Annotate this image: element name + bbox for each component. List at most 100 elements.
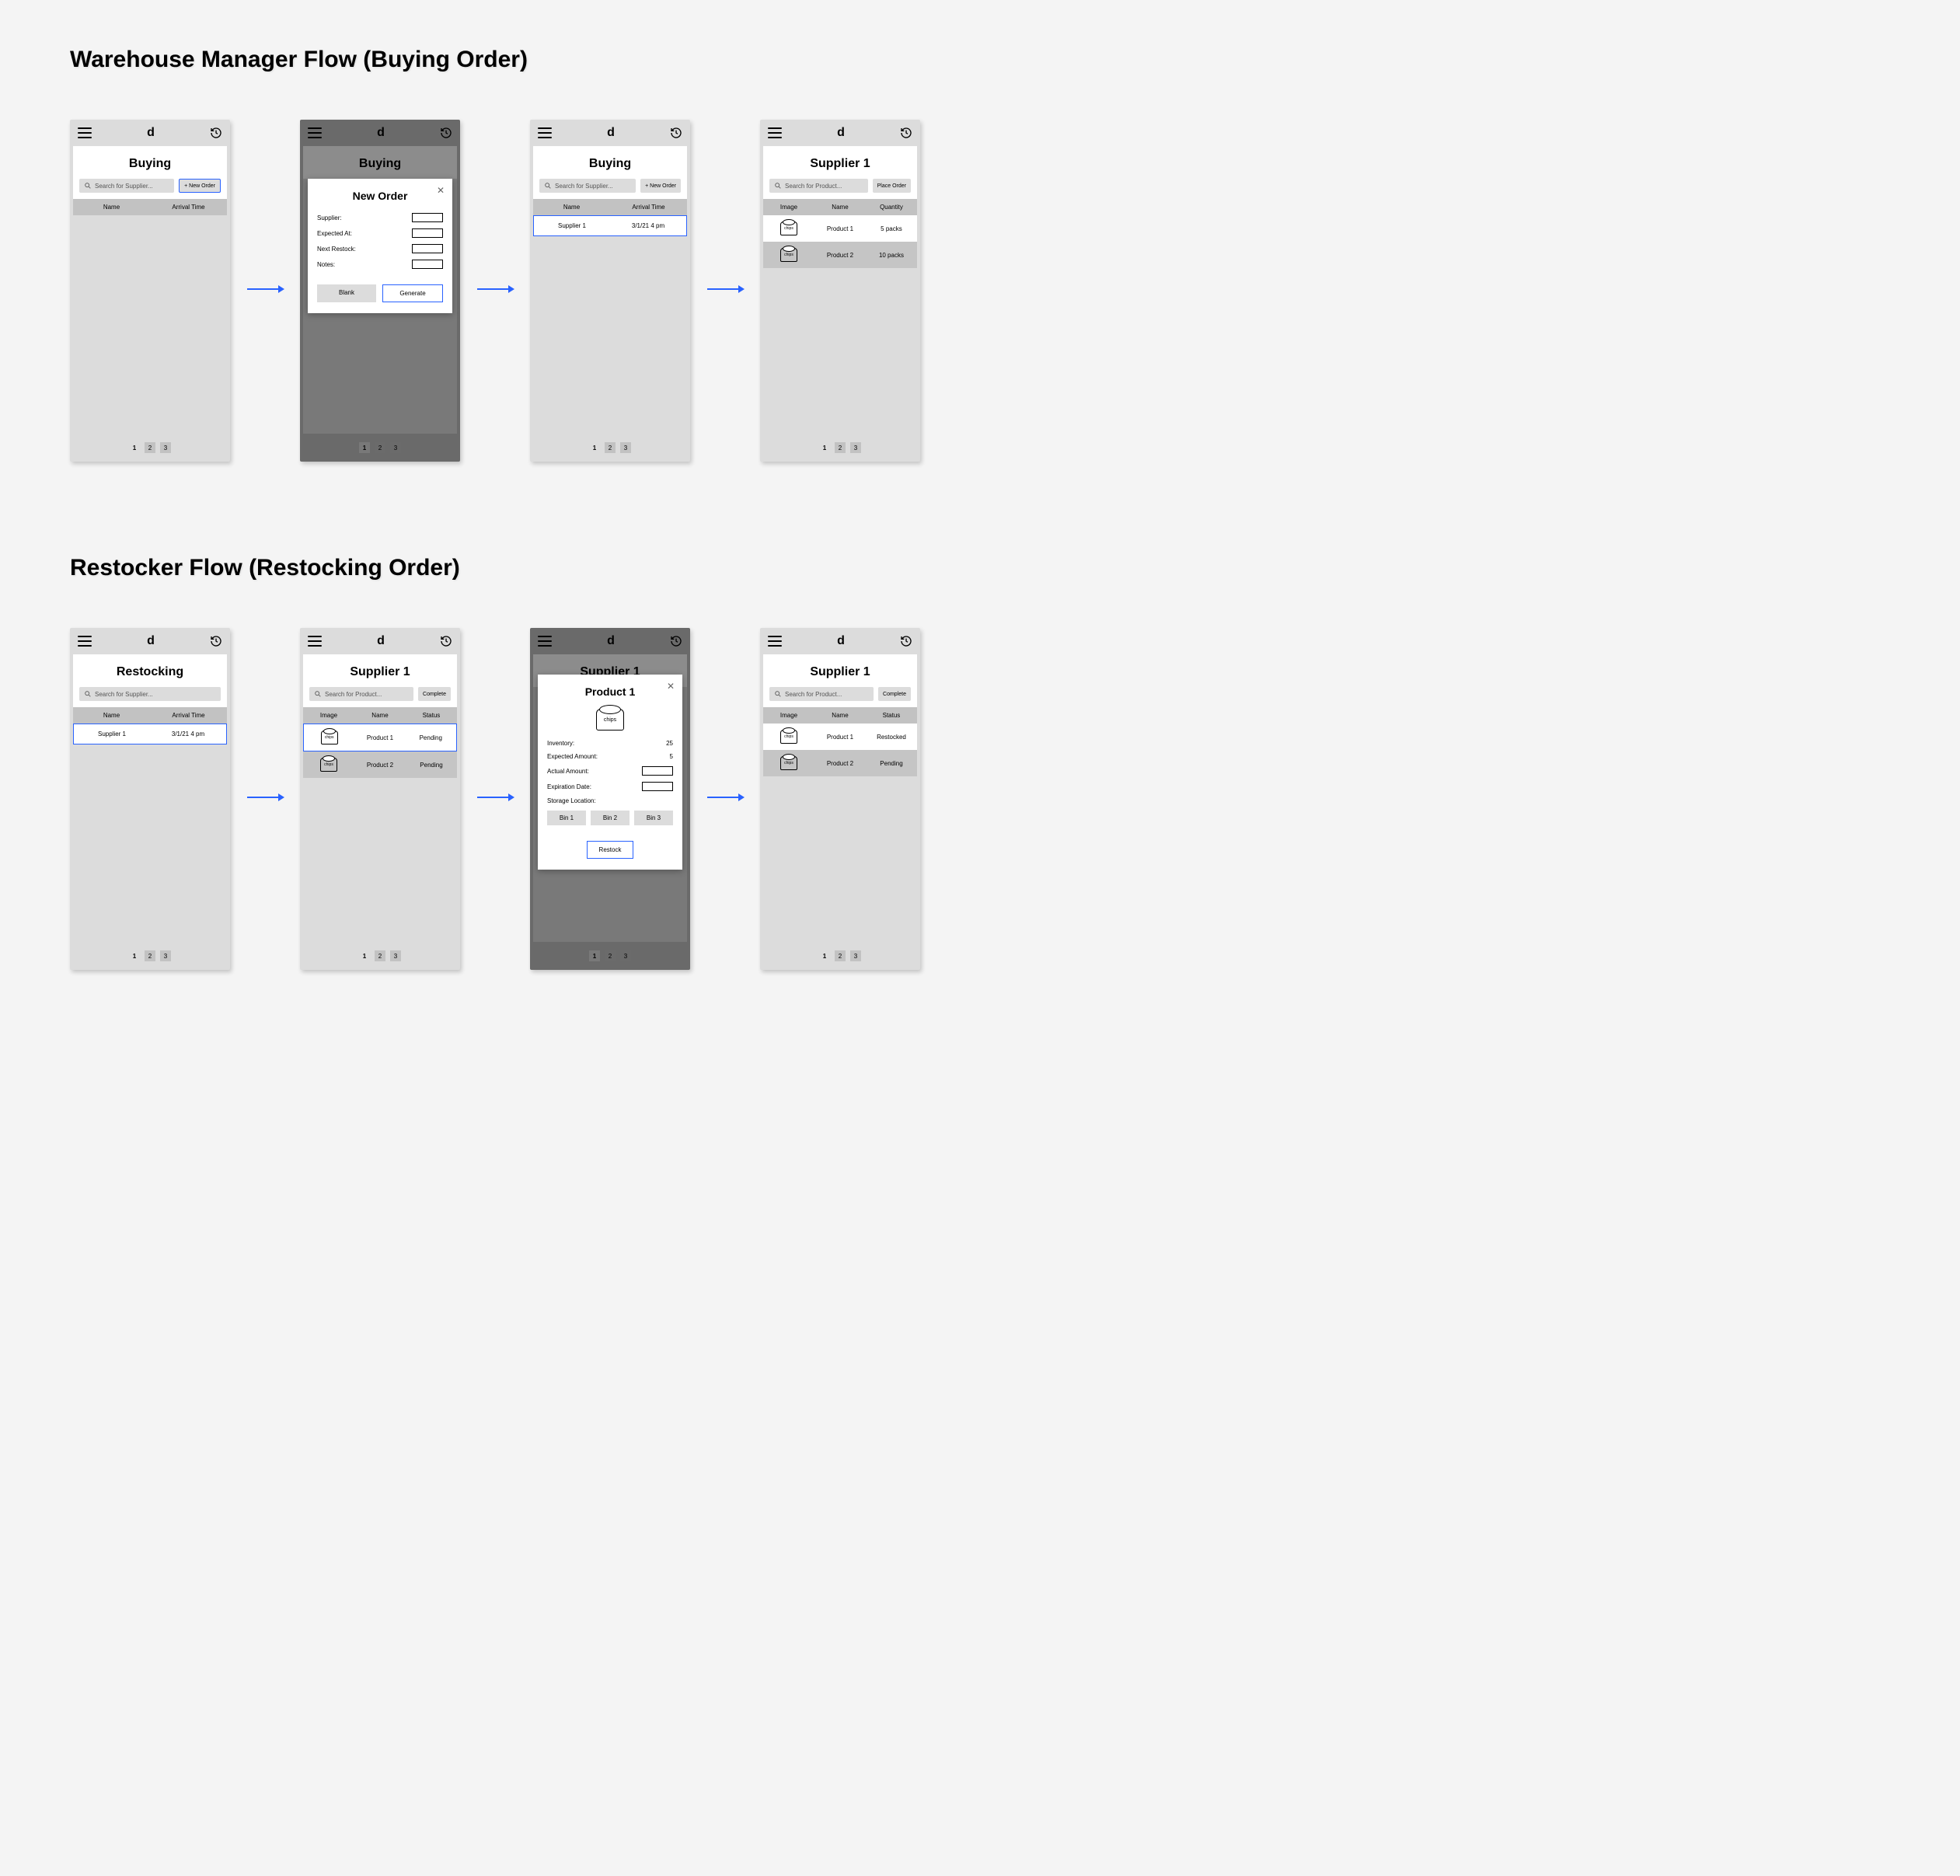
content: Supplier 1 Search for Product... Complet… bbox=[303, 654, 457, 942]
table: Image Name Status chips Product 1 Restoc… bbox=[763, 707, 917, 942]
page-2[interactable]: 2 bbox=[145, 950, 155, 961]
page-1[interactable]: 1 bbox=[589, 442, 600, 453]
history-icon[interactable] bbox=[440, 635, 452, 647]
page-2[interactable]: 2 bbox=[835, 442, 846, 453]
menu-icon[interactable] bbox=[538, 127, 552, 138]
modal-title: New Order bbox=[317, 190, 443, 202]
history-icon[interactable] bbox=[440, 127, 452, 139]
content: Restocking Search for Supplier... Name A… bbox=[73, 654, 227, 942]
flow1-title: Warehouse Manager Flow (Buying Order) bbox=[70, 47, 1890, 73]
menu-icon[interactable] bbox=[768, 127, 782, 138]
notes-field: Notes: bbox=[317, 260, 443, 269]
expected-field: Expected At: bbox=[317, 228, 443, 238]
table-row[interactable]: chips Product 2 10 packs bbox=[763, 242, 917, 268]
topbar: d bbox=[70, 628, 230, 654]
expiration-field: Expiration Date: bbox=[547, 782, 673, 791]
bin-1-button[interactable]: Bin 1 bbox=[547, 811, 586, 825]
page-1[interactable]: 1 bbox=[359, 950, 370, 961]
page-1[interactable]: 1 bbox=[359, 442, 370, 453]
page-2[interactable]: 2 bbox=[835, 950, 846, 961]
page-title: Supplier 1 bbox=[763, 146, 917, 179]
page-2[interactable]: 2 bbox=[375, 442, 385, 453]
table-row[interactable]: Supplier 1 3/1/21 4 pm bbox=[73, 724, 227, 744]
menu-icon[interactable] bbox=[78, 636, 92, 647]
nextrestock-input[interactable] bbox=[412, 244, 443, 253]
page-1[interactable]: 1 bbox=[129, 442, 140, 453]
place-order-button[interactable]: Place Order bbox=[873, 179, 911, 193]
new-order-button[interactable]: + New Order bbox=[640, 179, 681, 193]
table-header: Name Arrival Time bbox=[533, 199, 687, 215]
search-input[interactable]: Search for Product... bbox=[769, 179, 868, 193]
page-3[interactable]: 3 bbox=[160, 950, 171, 961]
supplier-input[interactable] bbox=[412, 213, 443, 222]
topbar: d bbox=[530, 628, 690, 654]
flow2-title: Restocker Flow (Restocking Order) bbox=[70, 555, 1890, 581]
actual-field: Actual Amount: bbox=[547, 766, 673, 776]
bin-2-button[interactable]: Bin 2 bbox=[591, 811, 630, 825]
menu-icon[interactable] bbox=[768, 636, 782, 647]
menu-icon[interactable] bbox=[78, 127, 92, 138]
search-input[interactable]: Search for Supplier... bbox=[79, 179, 174, 193]
storage-label: Storage Location: bbox=[547, 797, 673, 804]
chips-icon: chips bbox=[321, 731, 338, 744]
content: Buying Search for Supplier... + New Orde… bbox=[73, 146, 227, 434]
search-input[interactable]: Search for Supplier... bbox=[79, 687, 221, 701]
table-row[interactable]: chips Product 2 Pending bbox=[303, 751, 457, 778]
table: Name Arrival Time Supplier 1 3/1/21 4 pm bbox=[73, 707, 227, 942]
page-2[interactable]: 2 bbox=[605, 442, 616, 453]
search-input[interactable]: Search for Product... bbox=[309, 687, 413, 701]
page-2[interactable]: 2 bbox=[375, 950, 385, 961]
page-3[interactable]: 3 bbox=[620, 950, 631, 961]
search-input[interactable]: Search for Supplier... bbox=[539, 179, 636, 193]
new-order-button[interactable]: + New Order bbox=[179, 179, 221, 193]
history-icon[interactable] bbox=[900, 635, 912, 647]
expiration-input[interactable] bbox=[642, 782, 673, 791]
pagination: 1 2 3 bbox=[70, 942, 230, 970]
page-title: Buying bbox=[73, 146, 227, 179]
page-3[interactable]: 3 bbox=[390, 442, 401, 453]
blank-button[interactable]: Blank bbox=[317, 284, 376, 302]
history-icon[interactable] bbox=[670, 635, 682, 647]
table-row[interactable]: Supplier 1 3/1/21 4 pm bbox=[533, 215, 687, 236]
expected-input[interactable] bbox=[412, 228, 443, 238]
table-row[interactable]: chips Product 1 Restocked bbox=[763, 724, 917, 750]
menu-icon[interactable] bbox=[308, 127, 322, 138]
history-icon[interactable] bbox=[900, 127, 912, 139]
close-icon[interactable]: ✕ bbox=[437, 185, 445, 196]
page-1[interactable]: 1 bbox=[129, 950, 140, 961]
actual-input[interactable] bbox=[642, 766, 673, 776]
menu-icon[interactable] bbox=[538, 636, 552, 647]
page-3[interactable]: 3 bbox=[850, 442, 861, 453]
buying-empty-screen: d Buying Search for Supplier... + New Or… bbox=[70, 120, 230, 462]
complete-button[interactable]: Complete bbox=[878, 687, 911, 701]
arrow-icon bbox=[706, 790, 745, 809]
bin-3-button[interactable]: Bin 3 bbox=[634, 811, 673, 825]
table-header: Image Name Status bbox=[303, 707, 457, 724]
restock-button[interactable]: Restock bbox=[587, 841, 633, 859]
page-3[interactable]: 3 bbox=[160, 442, 171, 453]
history-icon[interactable] bbox=[210, 127, 222, 139]
page-3[interactable]: 3 bbox=[850, 950, 861, 961]
page-2[interactable]: 2 bbox=[145, 442, 155, 453]
table-row[interactable]: chips Product 1 5 packs bbox=[763, 215, 917, 242]
history-icon[interactable] bbox=[670, 127, 682, 139]
search-input[interactable]: Search for Product... bbox=[769, 687, 874, 701]
table-row[interactable]: chips Product 2 Pending bbox=[763, 750, 917, 776]
page-3[interactable]: 3 bbox=[620, 442, 631, 453]
page-1[interactable]: 1 bbox=[819, 442, 830, 453]
menu-icon[interactable] bbox=[308, 636, 322, 647]
complete-button[interactable]: Complete bbox=[418, 687, 451, 701]
nextrestock-field: Next Restock: bbox=[317, 244, 443, 253]
supplier-field: Supplier: bbox=[317, 213, 443, 222]
supplier-detail-screen: d Supplier 1 Search for Product... Place… bbox=[760, 120, 920, 462]
history-icon[interactable] bbox=[210, 635, 222, 647]
page-2[interactable]: 2 bbox=[605, 950, 616, 961]
notes-input[interactable] bbox=[412, 260, 443, 269]
generate-button[interactable]: Generate bbox=[382, 284, 443, 302]
page-1[interactable]: 1 bbox=[819, 950, 830, 961]
close-icon[interactable]: ✕ bbox=[667, 681, 675, 692]
table-row[interactable]: chips Product 1 Pending bbox=[303, 724, 457, 751]
page-1[interactable]: 1 bbox=[589, 950, 600, 961]
page-3[interactable]: 3 bbox=[390, 950, 401, 961]
inventory-row: Inventory:25 bbox=[547, 740, 673, 747]
